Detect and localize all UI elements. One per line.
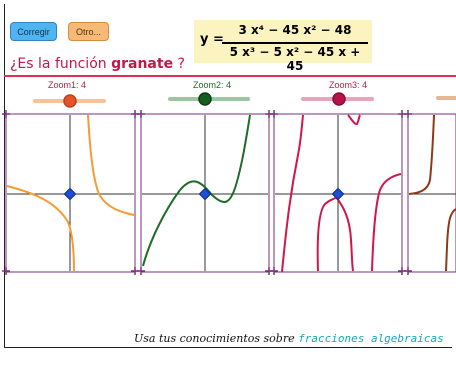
- footer-text: Usa tus conocimientos sobre: [134, 332, 299, 345]
- zoom1-handle[interactable]: [63, 94, 77, 108]
- zoom3-slider[interactable]: [301, 92, 374, 106]
- zoom3-handle[interactable]: [332, 92, 346, 106]
- origin-point-1[interactable]: [63, 187, 77, 201]
- zoom1-slider[interactable]: [33, 94, 106, 108]
- footer-hint: Usa tus conocimientos sobre fracciones a…: [134, 332, 444, 345]
- brown-curve: [408, 114, 456, 272]
- graphs-canvas: [2, 92, 456, 275]
- zoom2-handle[interactable]: [198, 92, 212, 106]
- green-curve: [142, 114, 251, 267]
- footer-link: fracciones algebraicas: [298, 332, 444, 345]
- zoom2-slider[interactable]: [168, 92, 250, 106]
